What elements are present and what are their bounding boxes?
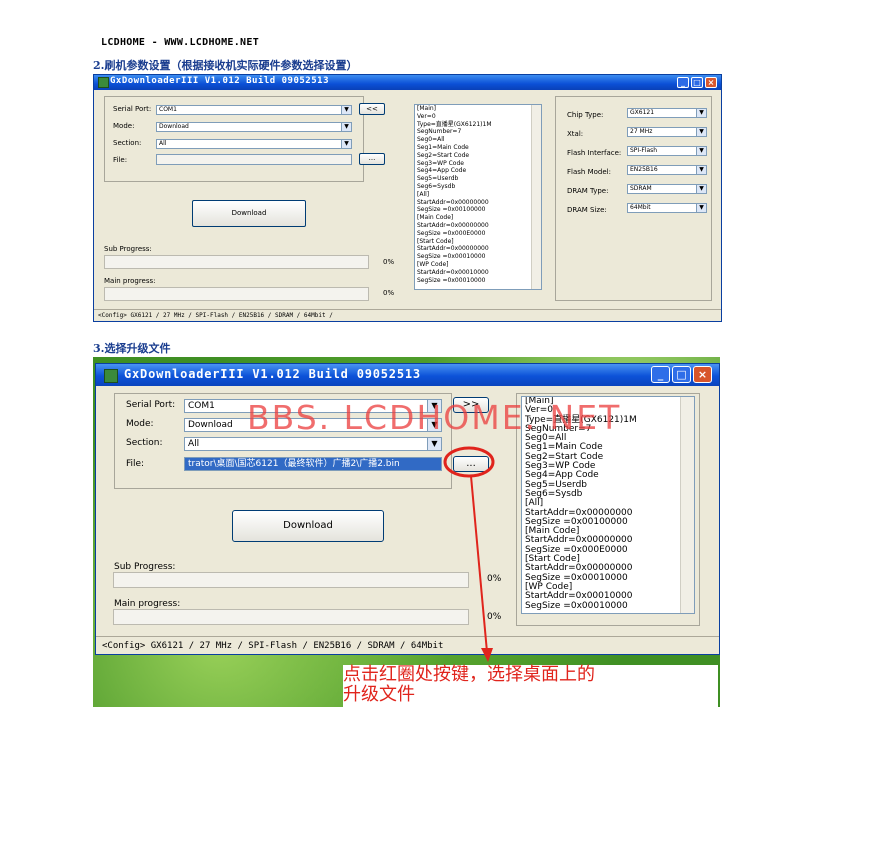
app-icon: [104, 369, 118, 383]
config-line: Seg0=All: [417, 136, 445, 144]
title-bar: GxDownloaderIII V1.012 Build 09052513 _ …: [94, 75, 721, 90]
config-line: Seg6=Sysdb: [525, 488, 583, 499]
flash-model-label: Flash Model:: [567, 168, 611, 176]
step3-title: 3.选择升级文件: [93, 342, 171, 355]
config-line: SegNumber=7: [417, 128, 462, 136]
app-icon: [98, 77, 109, 88]
config-line: SegSize =0x000E0000: [417, 229, 486, 237]
main-progress-bar: [104, 287, 369, 301]
section-select[interactable]: All ▼: [156, 139, 352, 149]
dram-type-label: DRAM Type:: [567, 187, 609, 195]
config-line: [All]: [417, 190, 430, 198]
config-line: StartAddr=0x00000000: [417, 245, 489, 253]
mode-label: Mode:: [126, 419, 154, 429]
config-line: Seg1=Main Code: [417, 143, 469, 151]
config-line: Seg2=Start Code: [417, 151, 470, 159]
highlight-circle: [443, 446, 495, 478]
maximize-button[interactable]: □: [691, 77, 703, 88]
arrow-head-icon: [481, 648, 493, 662]
config-line: Seg3=WP Code: [417, 159, 464, 167]
main-progress-label: Main progress:: [104, 277, 156, 285]
serial-port-label: Serial Port:: [113, 105, 152, 113]
annotation-overlay: [443, 446, 495, 662]
chevron-down-icon: ▼: [341, 123, 351, 131]
chip-type-select[interactable]: GX6121 ▼: [627, 108, 707, 118]
sub-progress-bar: [104, 255, 369, 269]
dram-size-select[interactable]: 64Mbit ▼: [627, 203, 707, 213]
close-button[interactable]: ×: [705, 77, 717, 88]
serial-port-label: Serial Port:: [126, 400, 176, 410]
xtal-select[interactable]: 27 MHz ▼: [627, 127, 707, 137]
flash-interface-select[interactable]: SPI-Flash ▼: [627, 146, 707, 156]
window-title: GxDownloaderIII V1.012 Build 09052513: [110, 76, 329, 86]
config-line: Type=直播星(GX6121)1M: [417, 120, 492, 128]
xtal-label: Xtal:: [567, 130, 584, 138]
main-progress-percent: 0%: [383, 289, 395, 297]
config-line: [Main Code]: [417, 214, 454, 222]
watermark: BBS. LCDHOME. NET: [247, 398, 622, 437]
config-line: Seg5=Userdb: [417, 175, 459, 183]
minimize-button[interactable]: _: [651, 366, 670, 383]
scrollbar[interactable]: [531, 105, 541, 289]
download-button[interactable]: Download: [192, 200, 306, 227]
scrollbar[interactable]: [680, 397, 694, 613]
chevron-down-icon: ▼: [341, 106, 351, 114]
status-bar: <Config> GX6121 / 27 MHz / SPI-Flash / E…: [94, 309, 721, 321]
section-label: Section:: [113, 139, 142, 147]
chevron-down-icon: ▼: [696, 109, 706, 117]
browse-file-button[interactable]: ...: [359, 153, 385, 165]
instruction-callout: 点击红圈处按键，选择桌面上的 升级文件: [343, 665, 718, 707]
chip-type-label: Chip Type:: [567, 111, 604, 119]
config-textarea[interactable]: [Main] Ver=0 Type=直播星(GX6121)1M SegNumber=7…: [414, 104, 542, 290]
config-line: SegSize =0x00010000: [417, 276, 486, 284]
config-line: SegSize =0x00100000: [417, 206, 486, 214]
mode-label: Mode:: [113, 122, 135, 130]
config-line: SegSize =0x00010000: [417, 253, 486, 261]
config-lines: [Main] Ver=0 Type=直播星(GX6121)1M SegNumber=7…: [415, 105, 541, 284]
mode-select[interactable]: Download ▼: [156, 122, 352, 132]
chevron-down-icon: ▼: [341, 140, 351, 148]
config-line: SegSize =0x00010000: [525, 600, 628, 611]
config-line: StartAddr=0x00010000: [417, 268, 489, 276]
config-line: StartAddr=0x00000000: [417, 221, 489, 229]
file-label: File:: [113, 156, 128, 164]
config-line: [WP Code]: [417, 260, 449, 268]
chevron-down-icon: ▼: [696, 166, 706, 174]
chevron-down-icon: ▼: [696, 204, 706, 212]
step2-title: 2.刷机参数设置（根据接收机实际硬件参数选择设置）: [93, 59, 358, 72]
callout-line-2: 升级文件: [343, 684, 415, 705]
downloader-window-config: GxDownloaderIII V1.012 Build 09052513 _ …: [93, 74, 722, 322]
maximize-button[interactable]: □: [672, 366, 691, 383]
config-line: StartAddr=0x00000000: [417, 198, 489, 206]
document-header: LCDHOME - WWW.LCDHOME.NET: [101, 37, 260, 48]
chevron-down-icon: ▼: [696, 185, 706, 193]
flash-model-select[interactable]: EN25B16 ▼: [627, 165, 707, 175]
dram-size-label: DRAM Size:: [567, 206, 607, 214]
config-line: Seg4=App Code: [417, 167, 467, 175]
callout-line-1: 点击红圈处按键，选择桌面上的: [343, 664, 595, 685]
title-bar: GxDownloaderIII V1.012 Build 09052513 _ …: [96, 364, 719, 386]
sub-progress-percent: 0%: [383, 258, 395, 266]
dram-type-select[interactable]: SDRAM ▼: [627, 184, 707, 194]
toggle-panel-button[interactable]: <<: [359, 103, 385, 115]
close-button[interactable]: ×: [693, 366, 712, 383]
config-line: [Main]: [417, 105, 437, 112]
config-line: Seg6=Sysdb: [417, 182, 456, 190]
pointer-arrow-line: [470, 475, 488, 653]
file-path-input[interactable]: [156, 154, 352, 165]
flash-interface-label: Flash Interface:: [567, 149, 622, 157]
minimize-button[interactable]: _: [677, 77, 689, 88]
config-line: Ver=0: [417, 112, 436, 120]
serial-port-select[interactable]: COM1 ▼: [156, 105, 352, 115]
config-line: [Start Code]: [417, 237, 454, 245]
sub-progress-label: Sub Progress:: [104, 245, 152, 253]
window-title: GxDownloaderIII V1.012 Build 09052513: [124, 367, 421, 381]
chevron-down-icon: ▼: [696, 128, 706, 136]
chevron-down-icon: ▼: [696, 147, 706, 155]
